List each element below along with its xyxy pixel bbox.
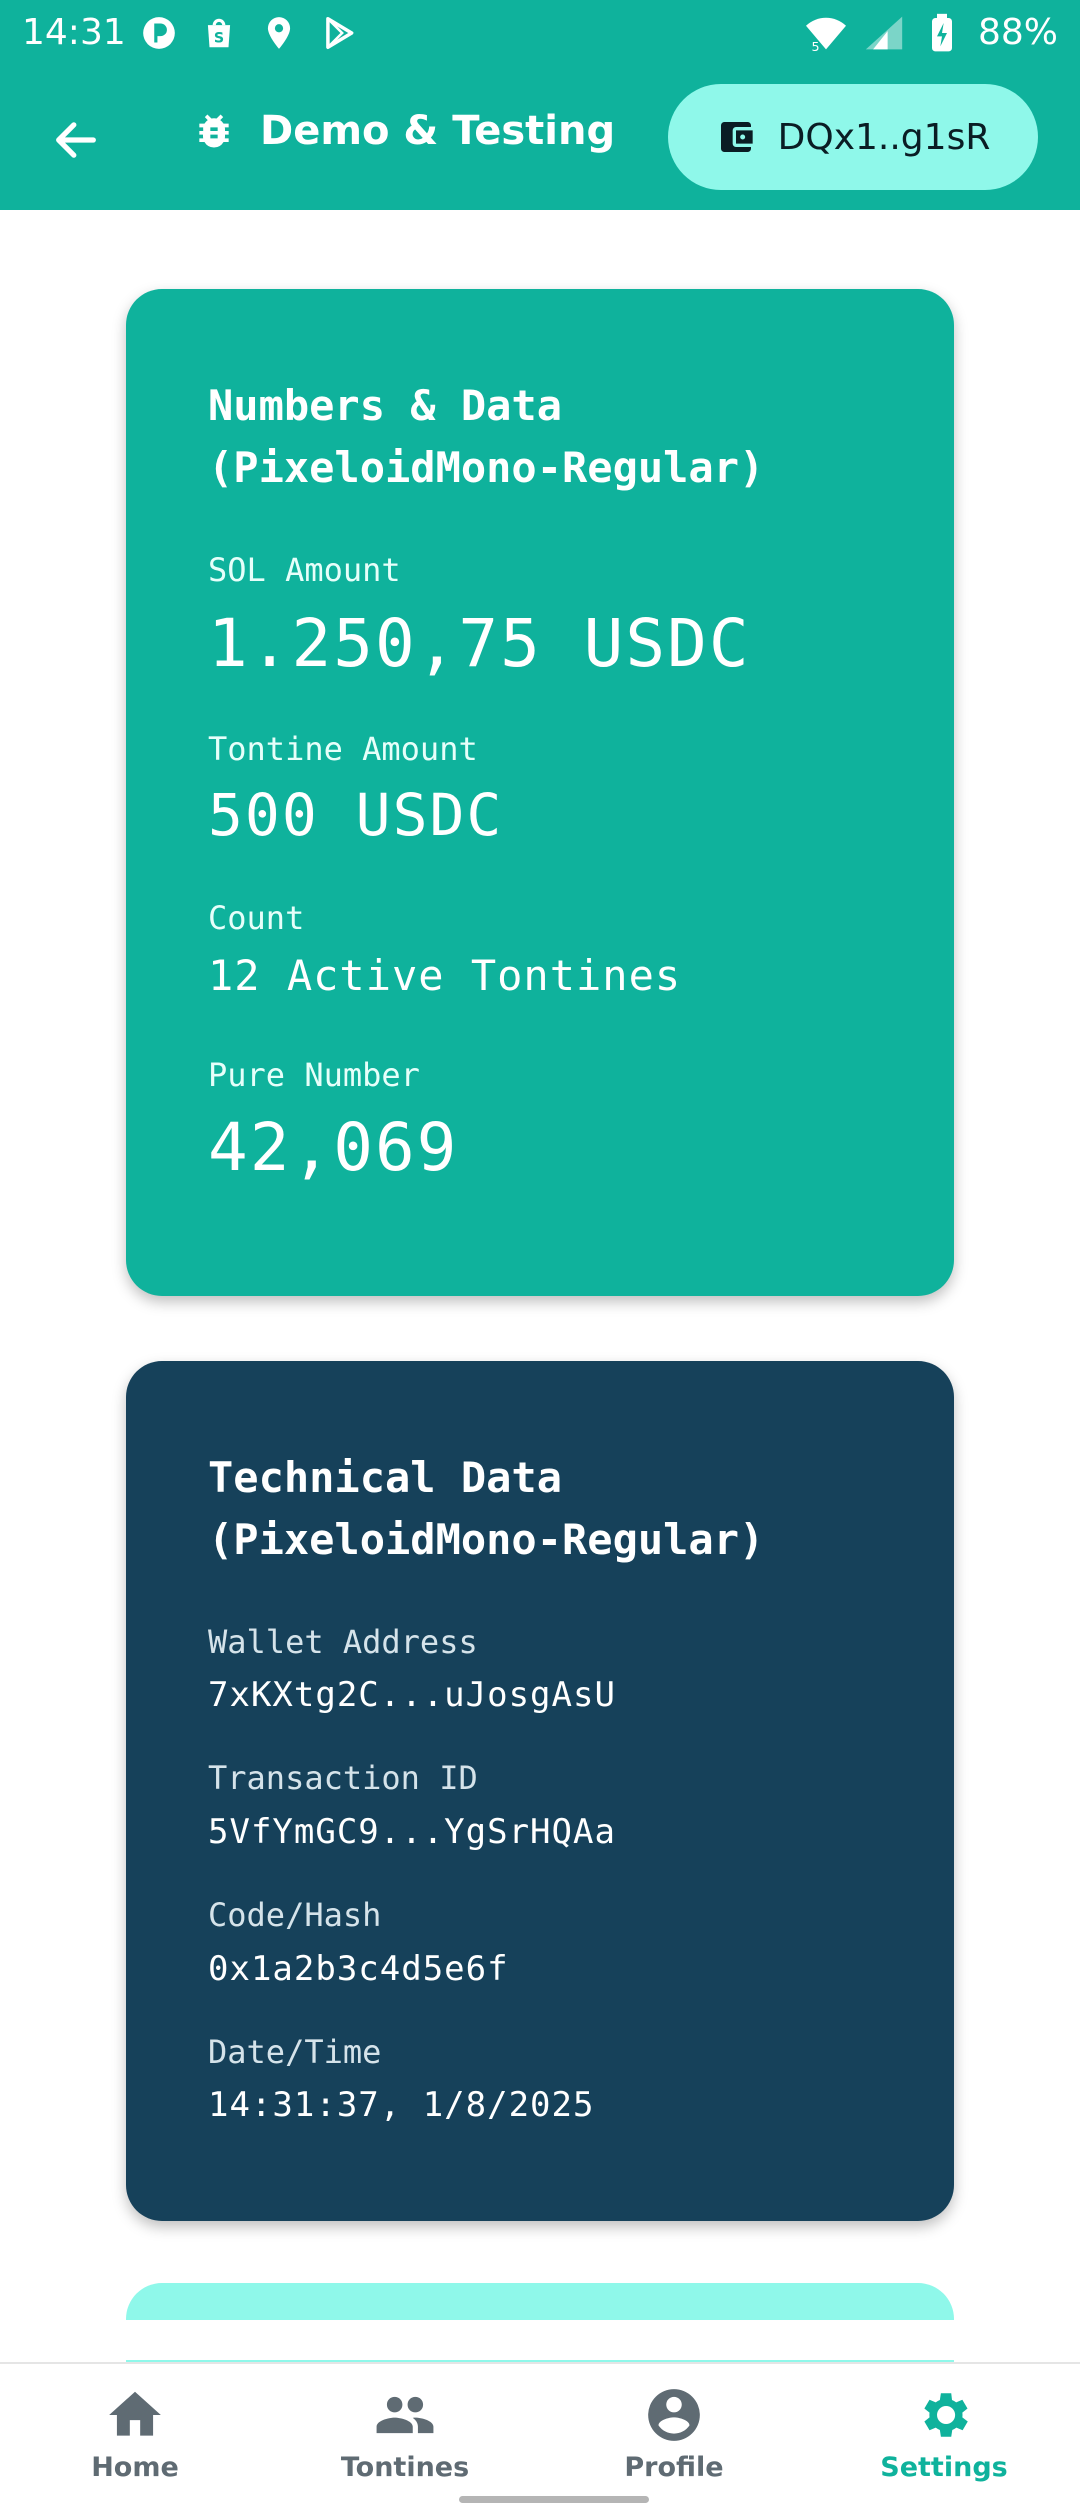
card-title-line1: Technical Data xyxy=(208,1453,563,1502)
sol-amount-label: SOL Amount xyxy=(208,551,401,589)
svg-text:5: 5 xyxy=(811,39,819,53)
count-value: 12 Active Tontines xyxy=(208,951,682,1000)
home-indicator[interactable] xyxy=(459,2496,649,2503)
pure-number-label: Pure Number xyxy=(208,1056,420,1094)
nav-label-settings: Settings xyxy=(880,2452,1008,2483)
nav-item-profile[interactable]: Profile xyxy=(574,2384,774,2494)
count-label: Count xyxy=(208,899,305,937)
home-icon xyxy=(109,2391,161,2436)
wallet-address-value: 7xKXtg2C...uJosgAsU xyxy=(208,1675,616,1715)
scroll-mask xyxy=(0,2320,1080,2360)
battery-level: 88% xyxy=(977,12,1058,53)
play-store-icon xyxy=(326,17,354,49)
card-title-line2: (PixeloidMono-Regular) xyxy=(208,1515,765,1564)
battery-charging-icon xyxy=(931,13,952,51)
tontine-amount-value: 500 USDC xyxy=(208,781,504,849)
nav-label-tontines: Tontines xyxy=(340,2452,470,2483)
location-pin-icon xyxy=(267,17,291,49)
bug-icon xyxy=(199,114,229,148)
group-icon xyxy=(376,2396,434,2434)
nav-item-home[interactable]: Home xyxy=(35,2384,235,2494)
nav-item-tontines[interactable]: Tontines xyxy=(305,2384,505,2494)
page-title-group: Demo & Testing xyxy=(192,108,615,154)
card-title-line1: Numbers & Data xyxy=(208,381,563,430)
back-button[interactable] xyxy=(40,104,112,176)
arrow-back-icon xyxy=(56,122,96,158)
wifi-icon: 5 xyxy=(805,17,846,53)
card-title-line2: (PixeloidMono-Regular) xyxy=(208,443,765,492)
svg-text:S: S xyxy=(214,30,224,46)
wallet-icon xyxy=(720,122,753,152)
account-circle-icon xyxy=(648,2389,700,2441)
sol-amount-value: 1.250,75 USDC xyxy=(208,605,751,682)
transaction-id-label: Transaction ID xyxy=(208,1759,478,1797)
technical-data-card: Technical Data (PixeloidMono-Regular) Wa… xyxy=(126,1361,954,2221)
transaction-id-value: 5VfYmGC9...YgSrHQAa xyxy=(208,1812,616,1852)
status-time: 14:31 xyxy=(22,12,126,53)
numbers-data-card: Numbers & Data (PixeloidMono-Regular) SO… xyxy=(126,289,954,1296)
wallet-address-label: Wallet Address xyxy=(208,1623,478,1661)
date-time-value: 14:31:37, 1/8/2025 xyxy=(208,2085,595,2125)
nav-label-profile: Profile xyxy=(624,2452,724,2483)
wallet-button[interactable]: DQx1..g1sR xyxy=(668,84,1038,190)
status-bar: 14:31 S 5 88% xyxy=(0,0,1080,68)
tontine-amount-label: Tontine Amount xyxy=(208,730,478,768)
signal-icon xyxy=(865,16,903,49)
pure-number-value: 42,069 xyxy=(208,1109,459,1186)
date-time-label: Date/Time xyxy=(208,2033,382,2071)
page-title: Demo & Testing xyxy=(260,108,616,154)
code-hash-value: 0x1a2b3c4d5e6f xyxy=(208,1949,509,1989)
wallet-address-short: DQx1..g1sR xyxy=(777,116,991,158)
app-bar: Demo & Testing DQx1..g1sR xyxy=(0,68,1080,210)
shopping-bag-icon: S xyxy=(207,18,231,48)
nav-item-settings[interactable]: Settings xyxy=(844,2384,1044,2494)
app-notification-icon xyxy=(143,17,175,49)
gear-icon xyxy=(924,2393,968,2437)
system-status: 5 88% xyxy=(804,12,1058,53)
notification-icons: S xyxy=(140,14,358,52)
nav-label-home: Home xyxy=(91,2452,179,2483)
code-hash-label: Code/Hash xyxy=(208,1896,382,1934)
